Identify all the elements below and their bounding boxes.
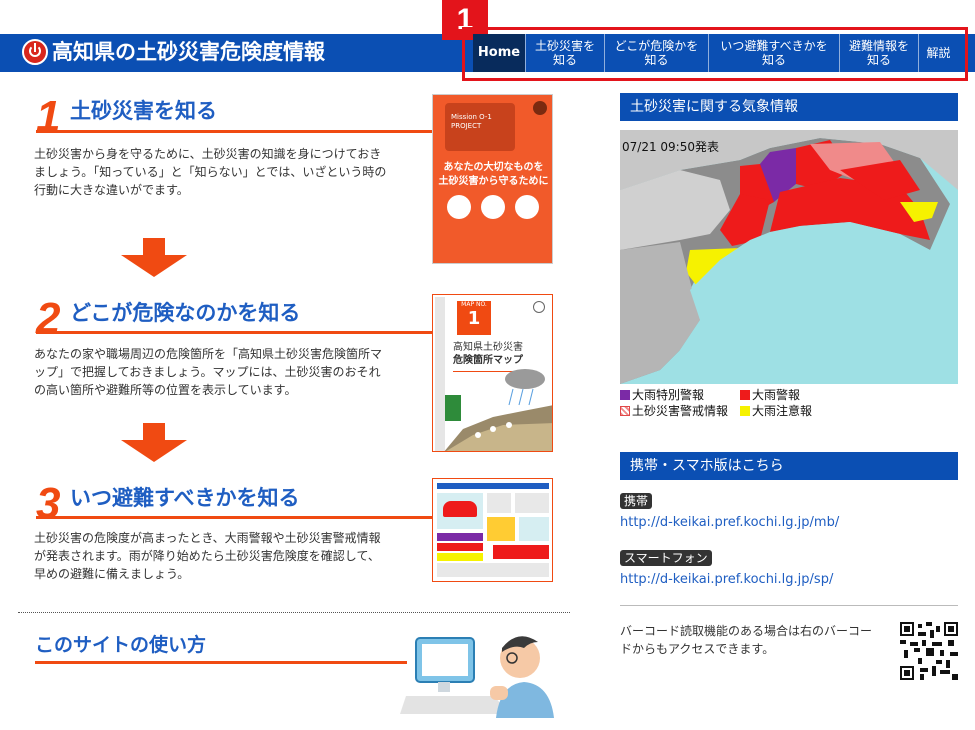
thumb-panel [487, 517, 515, 541]
nav-know-evacuation-info[interactable]: 避難情報を 知る [839, 34, 918, 72]
section-3-body: 土砂災害の危険度が高まったとき、大雨警報や土砂災害警戒情報が発表されます。雨が降… [34, 531, 381, 581]
weather-map[interactable] [620, 130, 958, 384]
illustration-circle [515, 195, 539, 219]
thumb-level-bar [437, 533, 483, 541]
thumb-panel [487, 493, 511, 513]
emblem-icon [533, 301, 545, 313]
nav-commentary[interactable]: 解説 [918, 34, 958, 72]
thumb-map-shape [443, 501, 477, 517]
legend-item: 大雨注意報 [740, 403, 812, 419]
keitai-tag: 携帯 [620, 493, 653, 509]
kochi-map [620, 130, 958, 384]
thumb-level-bar [437, 543, 483, 551]
weather-heading: 土砂災害に関する気象情報 [620, 93, 958, 121]
illustration-circle [447, 195, 471, 219]
thumb-footer [437, 563, 549, 577]
section-3-title[interactable]: いつ避難すべきかを知る [70, 485, 300, 511]
down-arrow-icon [121, 238, 187, 278]
brochure-project-text: Mission O-1 PROJECT [451, 113, 492, 130]
usage-rule [35, 661, 407, 664]
brochure-line-1: あなたの大切なものを [443, 162, 544, 173]
computer-user-illustration [400, 636, 554, 718]
thumb-level-bar [493, 545, 549, 559]
brochure-line-2: 土砂災害から守るために [438, 176, 549, 187]
nav-know-disaster[interactable]: 土砂災害を 知る [525, 34, 604, 72]
legend-swatch [620, 390, 630, 400]
nav-know-when-evacuate[interactable]: いつ避難すべきかを 知る [708, 34, 839, 72]
hazard-illustration [444, 369, 552, 451]
legend-label: 大雨特別警報 [632, 388, 705, 402]
thumb-panel [515, 493, 549, 513]
thumb-level-bar [437, 553, 483, 561]
risk-info-thumbnail[interactable] [432, 478, 553, 582]
legend-swatch [620, 406, 630, 416]
section-1-title[interactable]: 土砂災害を知る [70, 98, 217, 124]
mobile-divider [620, 605, 958, 606]
legend-swatch [740, 406, 750, 416]
map-number-block: MAP NO. 1 [457, 301, 491, 335]
mobile-heading: 携帯・スマホ版はこちら [620, 452, 958, 480]
section-3-rule [36, 516, 432, 519]
legend-swatch [740, 390, 750, 400]
section-1-body: 土砂災害から身を守るために、土砂災害の知識を身につけておきましょう。「知っている… [34, 147, 387, 197]
down-arrow-icon [121, 423, 187, 463]
legend-label: 大雨注意報 [752, 404, 813, 418]
map-no-value: 1 [467, 308, 481, 329]
thumb-header-bar [437, 483, 549, 489]
section-1-rule [36, 130, 432, 133]
emblem-icon [533, 101, 547, 115]
brochure-thumbnail[interactable]: Mission O-1 PROJECT あなたの大切なものを 土砂災害から守るた… [432, 94, 553, 264]
legend-item: 大雨警報 [740, 387, 800, 403]
legend-label: 大雨警報 [752, 388, 801, 402]
nav-home[interactable]: Home [473, 34, 525, 72]
hazard-map-thumbnail[interactable]: MAP NO. 1 高知県土砂災害 危険箇所マップ [432, 294, 553, 452]
usage-title[interactable]: このサイトの使い方 [35, 632, 206, 658]
smartphone-tag: スマートフォン [620, 550, 712, 566]
illustration-circle [481, 195, 505, 219]
section-2-rule [36, 331, 432, 334]
section-2-body: あなたの家や職場周辺の危険箇所を「高知県土砂災害危険箇所マップ」で把握しておきま… [34, 347, 383, 397]
legend-label: 土砂災害警戒情報 [632, 404, 729, 418]
smartphone-url-link[interactable]: http://d-keikai.pref.kochi.lg.jp/sp/ [620, 572, 833, 588]
section-divider [18, 612, 570, 613]
legend-item: 大雨特別警報 [620, 387, 704, 403]
map-timestamp: 07/21 09:50発表 [622, 140, 719, 154]
legend-item: 土砂災害警戒情報 [620, 403, 728, 419]
section-2-number: 2 [36, 294, 61, 343]
map-title-line-1: 高知県土砂災害 [453, 342, 523, 353]
section-2-title[interactable]: どこが危険なのかを知る [70, 300, 300, 326]
thumb-panel [519, 517, 549, 541]
main-nav: Home 土砂災害を 知る どこが危険かを 知る いつ避難すべきかを 知る 避難… [473, 34, 958, 72]
site-logo-icon[interactable] [22, 39, 48, 65]
qr-instruction-text: バーコード読取機能のある場合は右のバーコードからもアクセスできます。 [620, 624, 873, 656]
keitai-url-link[interactable]: http://d-keikai.pref.kochi.lg.jp/mb/ [620, 515, 839, 531]
section-3-number: 3 [36, 479, 61, 528]
site-title[interactable]: 高知県の土砂災害危険度情報 [52, 38, 325, 66]
nav-know-danger-spots[interactable]: どこが危険かを 知る [604, 34, 708, 72]
qr-code-icon [900, 622, 958, 680]
